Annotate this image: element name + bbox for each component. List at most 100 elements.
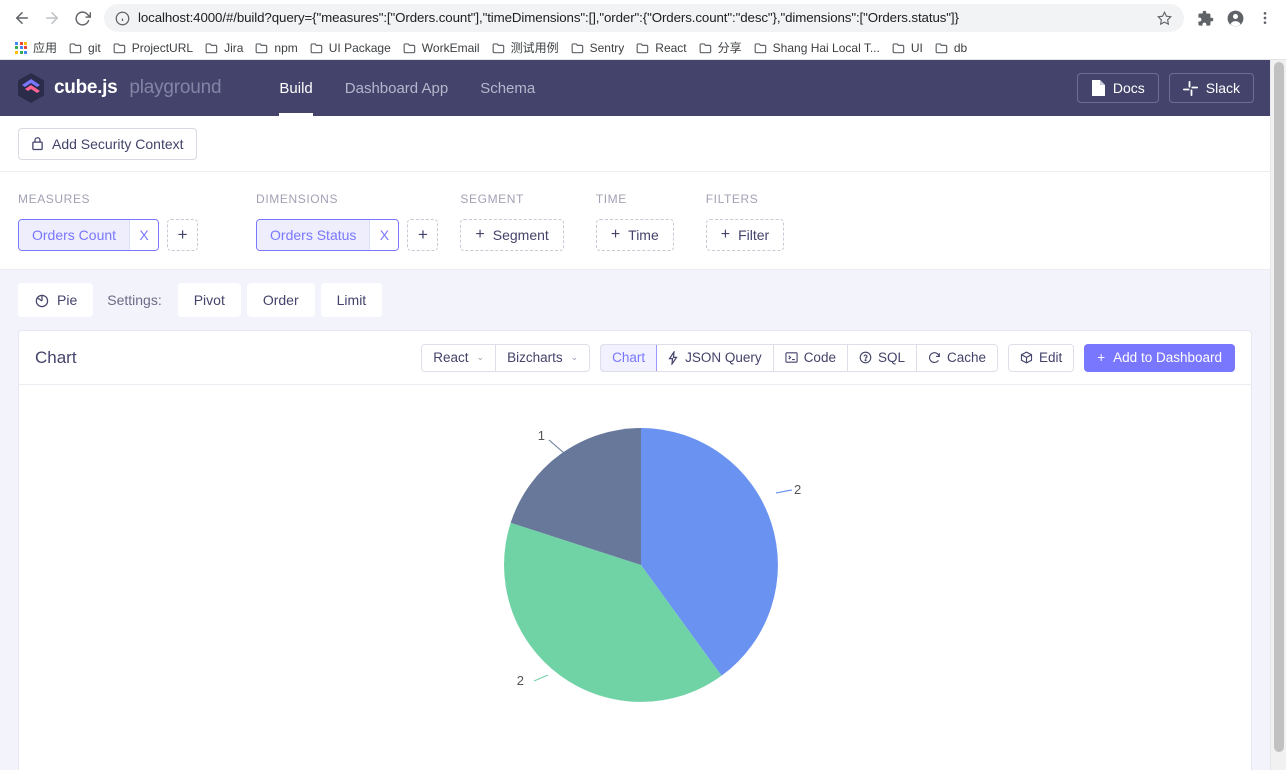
add-to-dashboard-button[interactable]: + Add to Dashboard — [1084, 343, 1235, 372]
bookmark-testcases[interactable]: 测试用例 — [486, 37, 565, 58]
dimensions-label: DIMENSIONS — [256, 192, 339, 206]
bookmark-label: db — [953, 40, 968, 55]
reload-icon[interactable] — [68, 4, 96, 32]
segment-group: SEGMENT + Segment — [460, 192, 564, 251]
dimensions-group: DIMENSIONS Orders Status X + — [256, 192, 439, 251]
edit-button[interactable]: Edit — [1009, 344, 1074, 371]
library-selector[interactable]: Bizcharts ⌄ — [496, 344, 590, 371]
bookmark-projecturl[interactable]: ProjectURL — [107, 39, 199, 57]
profile-avatar-icon[interactable] — [1222, 5, 1248, 31]
pie-label-blue: 2 — [794, 482, 801, 497]
add-security-context-label: Add Security Context — [52, 135, 184, 152]
chart-body: 2 2 1 https://blog.csdn.net/Meetacoo — [19, 385, 1251, 770]
tab-json-query[interactable]: JSON Query — [656, 344, 774, 371]
bookmark-db[interactable]: db — [929, 39, 973, 57]
chart-type-selector[interactable]: Pie — [18, 283, 94, 317]
refresh-icon — [928, 351, 941, 364]
terminal-icon — [785, 351, 798, 364]
scrollbar-thumb[interactable] — [1274, 62, 1284, 752]
measure-pill-orders-count[interactable]: Orders Count X — [18, 219, 160, 251]
slack-button[interactable]: Slack — [1168, 73, 1254, 103]
folder-icon — [935, 42, 949, 54]
header-actions: Docs Slack — [1076, 73, 1270, 103]
folder-icon — [310, 42, 324, 54]
tab-sql[interactable]: SQL — [847, 344, 917, 371]
brand-logo[interactable]: cube.js playground — [16, 72, 222, 104]
chevron-down-icon: ⌄ — [476, 352, 485, 362]
bookmark-npm[interactable]: npm — [249, 39, 303, 57]
edit-label: Edit — [1039, 350, 1063, 365]
bookmark-shanghai-local[interactable]: Shang Hai Local T... — [748, 39, 886, 57]
bookmark-star-icon[interactable] — [1154, 8, 1174, 28]
order-button[interactable]: Order — [246, 283, 315, 317]
chart-title: Chart — [35, 347, 77, 367]
measures-group: MEASURES Orders Count X + — [18, 192, 199, 251]
back-arrow-icon[interactable] — [8, 4, 36, 32]
tab-chart[interactable]: Chart — [601, 344, 658, 371]
tab-code[interactable]: Code — [773, 344, 848, 371]
time-label: TIME — [595, 192, 627, 206]
nav-tab-label: Build — [279, 79, 313, 97]
nav-tab-label: Schema — [480, 79, 536, 97]
dimension-pill-orders-status[interactable]: Orders Status X — [256, 219, 400, 251]
bookmark-ui-package[interactable]: UI Package — [304, 39, 397, 57]
nav-tab-schema[interactable]: Schema — [464, 60, 551, 116]
tab-chart-label: Chart — [612, 350, 646, 365]
lightning-icon — [667, 350, 679, 365]
brand-name: cube.js — [54, 77, 118, 98]
brand-sub: playground — [129, 77, 222, 98]
edit-group: Edit — [1008, 343, 1075, 372]
framework-selector[interactable]: React ⌄ — [422, 344, 497, 371]
pie-label-gray: 1 — [538, 428, 545, 443]
add-segment-button[interactable]: + Segment — [460, 219, 564, 251]
docs-button[interactable]: Docs — [1076, 73, 1159, 103]
bookmark-ui[interactable]: UI — [886, 39, 929, 57]
folder-icon — [492, 42, 506, 54]
url-text: localhost:4000/#/build?query={"measures"… — [138, 10, 959, 25]
bookmark-git[interactable]: git — [63, 39, 107, 57]
apps-grid-icon — [14, 41, 28, 54]
forward-arrow-icon[interactable] — [38, 4, 66, 32]
bookmark-apps[interactable]: 应用 — [8, 37, 63, 58]
nav-tab-dashboard-app[interactable]: Dashboard App — [329, 60, 464, 116]
library-label: Bizcharts — [507, 350, 563, 365]
bookmark-workemail[interactable]: WorkEmail — [397, 39, 486, 57]
chart-area: Chart React ⌄ Bizcharts ⌄ Chart JSON Que… — [0, 330, 1270, 770]
add-time-button[interactable]: + Time — [595, 219, 674, 251]
address-bar[interactable]: localhost:4000/#/build?query={"measures"… — [104, 4, 1184, 32]
folder-icon — [403, 42, 417, 54]
question-circle-icon — [859, 351, 872, 364]
remove-dimension-icon[interactable]: X — [369, 220, 399, 250]
bookmarks-bar: 应用 git ProjectURL Jira npm UI Package Wo… — [0, 36, 1286, 59]
slack-label: Slack — [1205, 80, 1240, 96]
bookmark-sentry[interactable]: Sentry — [565, 39, 631, 57]
measure-name: Orders Count — [19, 220, 130, 250]
add-dimension-button[interactable]: + — [407, 219, 439, 251]
codesandbox-icon — [1020, 351, 1033, 364]
time-group: TIME + Time — [595, 192, 674, 251]
browser-toolbar: localhost:4000/#/build?query={"measures"… — [0, 0, 1286, 36]
cubejs-playground-app: cube.js playground Build Dashboard App S… — [0, 60, 1270, 770]
add-security-context-button[interactable]: Add Security Context — [18, 127, 197, 160]
pie-chart[interactable]: 2 2 1 — [19, 385, 1251, 770]
add-measure-button[interactable]: + — [167, 219, 199, 251]
document-icon — [1091, 80, 1105, 96]
tab-json-query-label: JSON Query — [685, 350, 762, 365]
three-dot-menu-icon[interactable] — [1252, 5, 1278, 31]
limit-button[interactable]: Limit — [320, 283, 383, 317]
bookmark-react[interactable]: React — [630, 39, 692, 57]
query-builder: MEASURES Orders Count X + DIMENSIONS Ord… — [0, 172, 1270, 270]
remove-measure-icon[interactable]: X — [129, 220, 159, 250]
bookmark-jira[interactable]: Jira — [199, 39, 249, 57]
site-info-icon[interactable] — [114, 10, 130, 26]
add-filter-button[interactable]: + Filter — [705, 219, 785, 251]
folder-icon — [69, 42, 83, 54]
extensions-puzzle-icon[interactable] — [1192, 5, 1218, 31]
filters-label: FILTERS — [705, 192, 759, 206]
chart-settings-bar: Pie Settings: Pivot Order Limit — [0, 270, 1270, 330]
tab-cache[interactable]: Cache — [916, 344, 998, 371]
nav-tab-build[interactable]: Build — [263, 60, 328, 116]
pivot-button[interactable]: Pivot — [177, 283, 241, 317]
bookmark-share[interactable]: 分享 — [693, 37, 748, 58]
page-scrollbar[interactable] — [1270, 60, 1286, 770]
